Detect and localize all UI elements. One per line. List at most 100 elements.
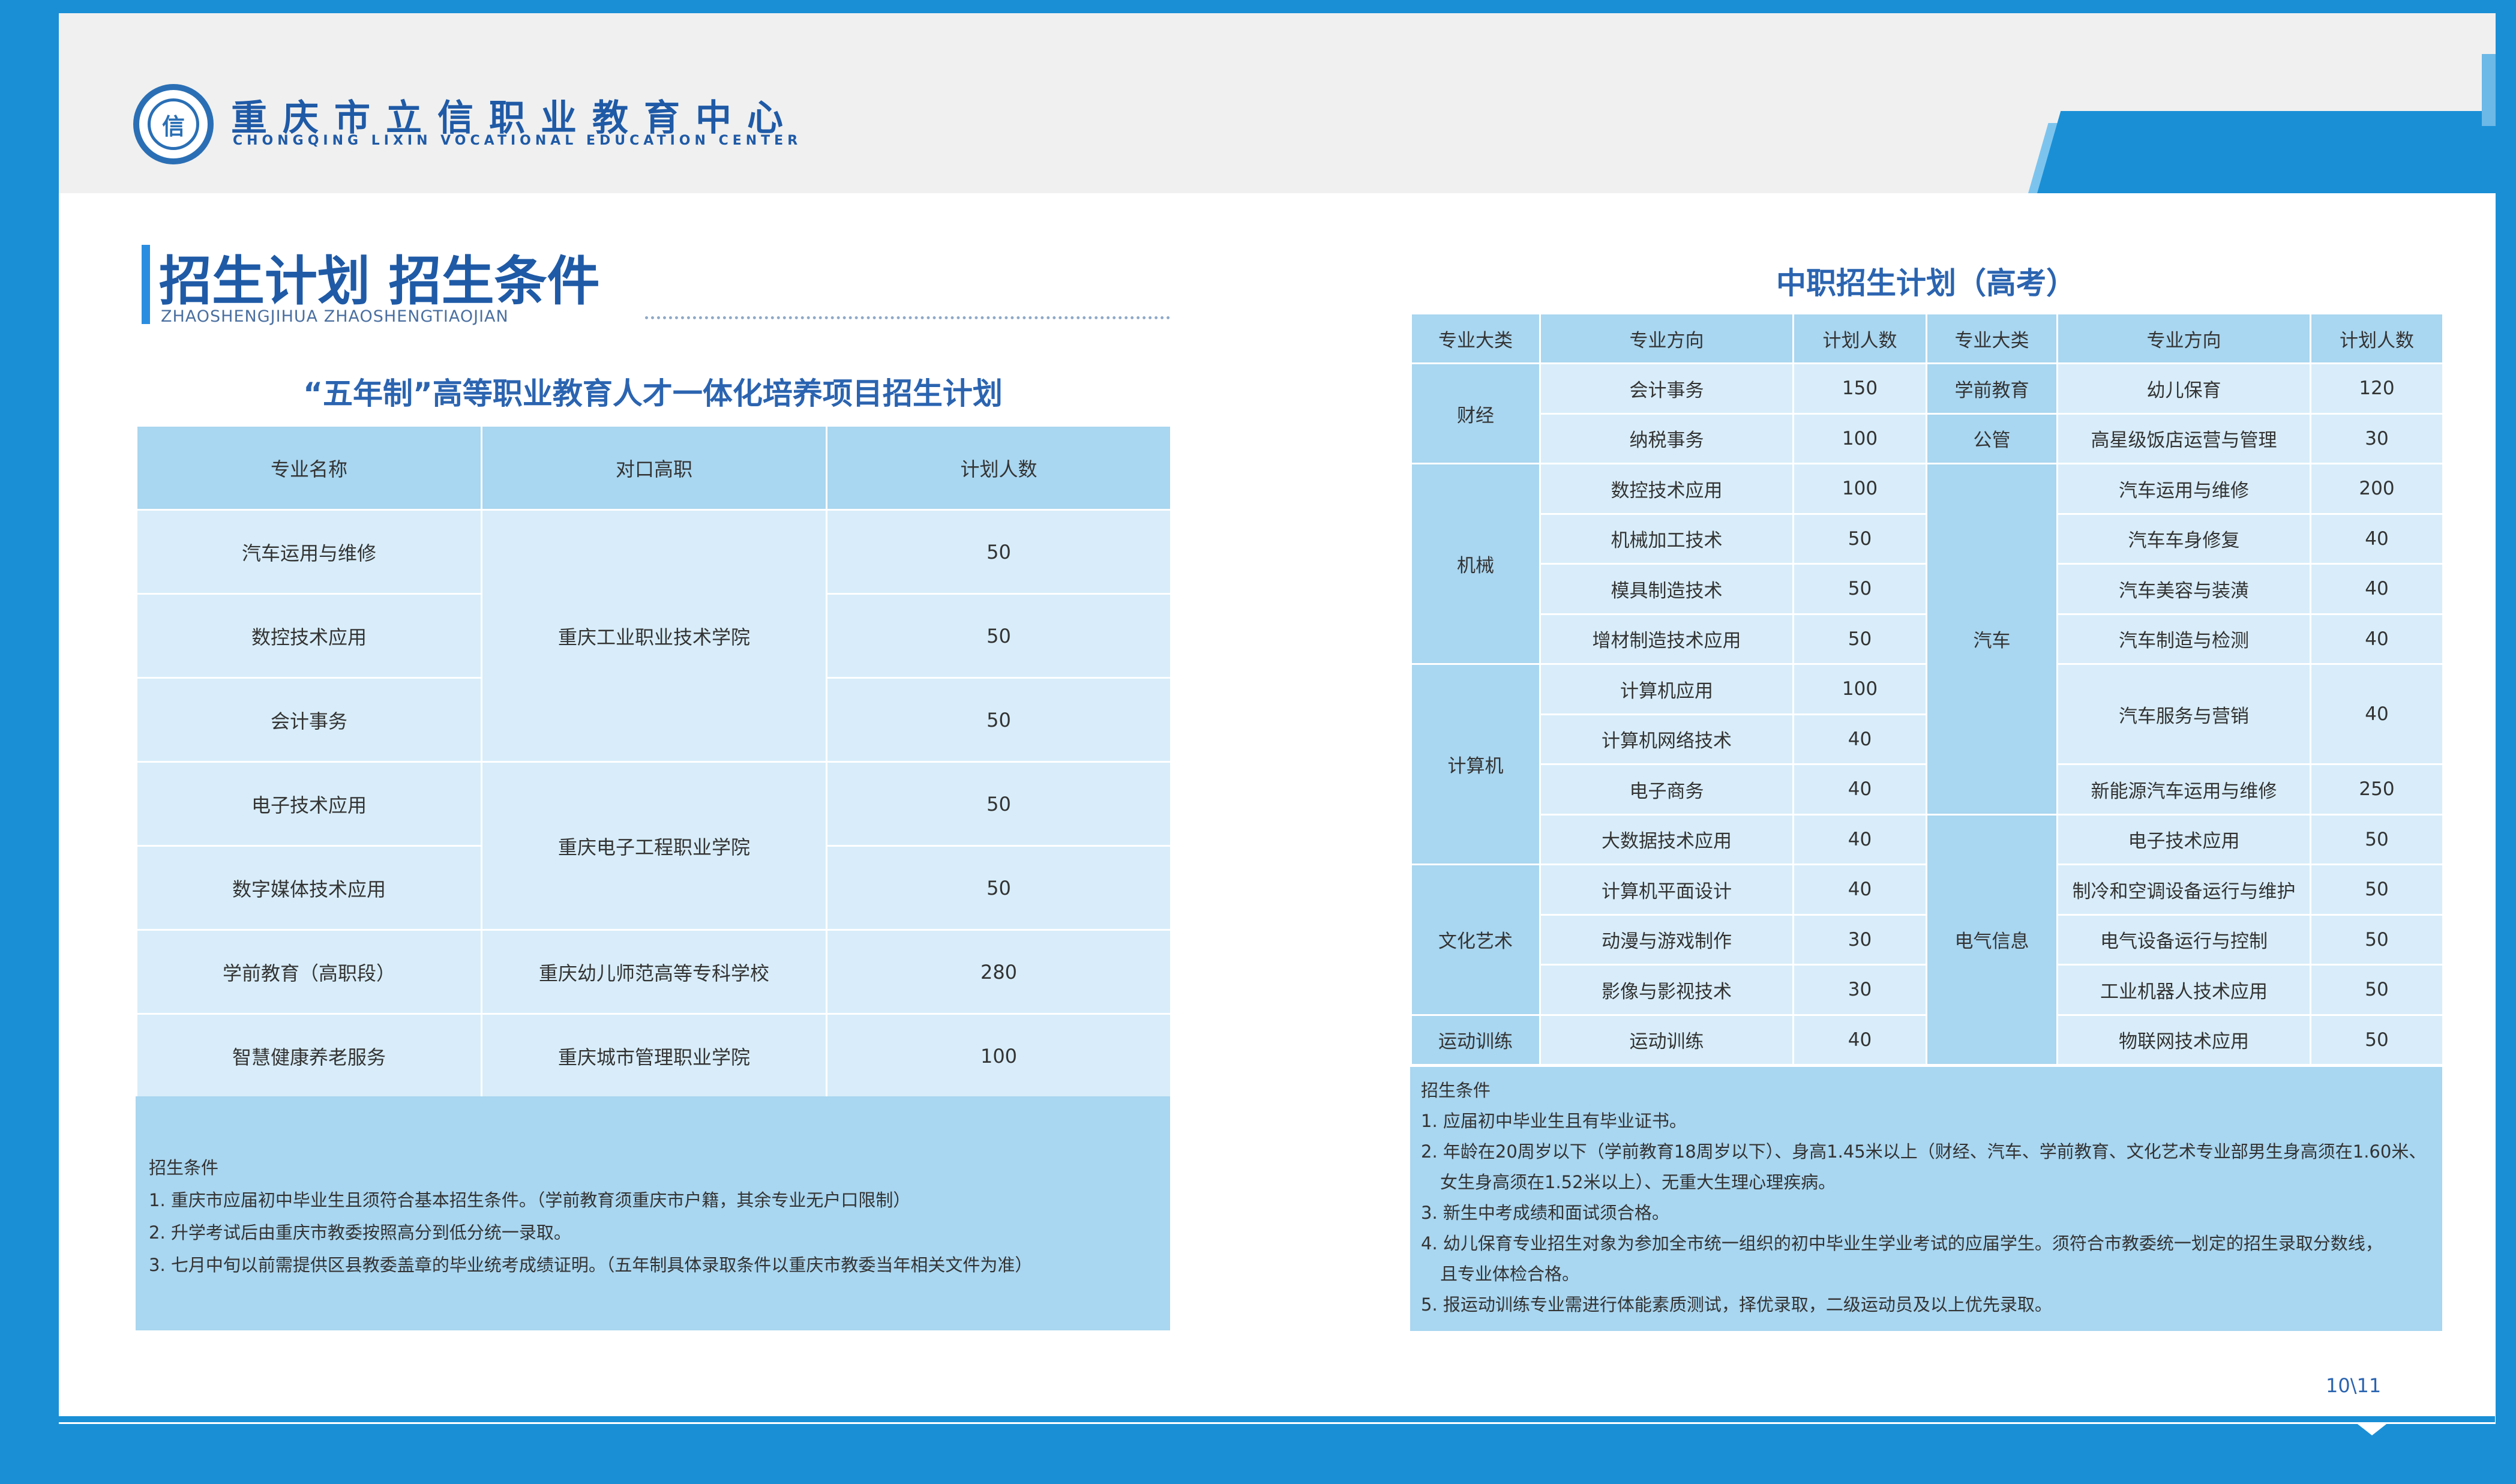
count-cell: 40 (2310, 563, 2444, 615)
column-header: 计划人数 (1792, 313, 1927, 364)
direction-cell: 制冷和空调设备运行与维护 (2056, 864, 2311, 916)
category-cell: 机械 (1410, 463, 1541, 665)
count-cell: 50 (826, 593, 1172, 679)
category-cell: 公管 (1926, 412, 2058, 464)
condition-item: 2. 年龄在20周岁以下（学前教育18周岁以下）、身高1.45米以上（财经、汽车… (1421, 1141, 2427, 1162)
left-border (0, 0, 59, 1484)
condition-item: 4. 幼儿保育专业招生对象为参加全市统一组织的初中毕业生学业考试的应届学生。须符… (1421, 1233, 2383, 1254)
direction-cell: 电气设备运行与控制 (2056, 913, 2311, 966)
college-cell: 重庆城市管理职业学院 (481, 1013, 827, 1099)
category-cell: 运动训练 (1410, 1014, 1541, 1066)
count-cell: 50 (1792, 512, 1927, 565)
category-cell: 学前教育 (1926, 362, 2058, 415)
direction-cell: 汽车车身修复 (2056, 512, 2311, 565)
direction-cell: 纳税事务 (1539, 412, 1794, 464)
five-year-conditions-box: 招生条件 1. 重庆市应届初中毕业生且须符合基本招生条件。（学前教育须重庆市户籍… (136, 1096, 1170, 1330)
count-cell: 40 (1792, 713, 1927, 765)
category-cell: 文化艺术 (1410, 864, 1541, 1016)
count-cell: 40 (2310, 512, 2444, 565)
direction-cell: 汽车运用与维修 (2056, 463, 2311, 515)
table-row: 智慧健康养老服务 重庆城市管理职业学院 100 (136, 1013, 1172, 1099)
count-cell: 280 (826, 929, 1172, 1015)
major-cell: 电子技术应用 (136, 761, 482, 847)
direction-cell: 电子技术应用 (2056, 813, 2311, 865)
direction-cell: 大数据技术应用 (1539, 813, 1794, 865)
conditions-title: 招生条件 (1421, 1080, 1491, 1101)
count-cell: 50 (2310, 964, 2444, 1016)
table-row: 汽车运用与维修 重庆工业职业技术学院 50 (136, 509, 1172, 763)
count-cell: 50 (2310, 813, 2444, 865)
condition-item: 2. 升学考试后由重庆市教委按照高分到低分统一录取。 (149, 1222, 571, 1243)
college-cell: 重庆幼儿师范高等专科学校 (481, 929, 827, 1015)
category-cell: 计算机 (1410, 663, 1541, 865)
table-row: 学前教育（高职段） 重庆幼儿师范高等专科学校 280 (136, 929, 1172, 1015)
column-header: 计划人数 (826, 425, 1172, 511)
direction-cell: 电子商务 (1539, 763, 1794, 816)
five-year-plan-heading: “五年制”高等职业教育人才一体化培养项目招生计划 (303, 376, 1003, 411)
bottom-border (0, 1424, 2516, 1484)
direction-cell: 机械加工技术 (1539, 512, 1794, 565)
column-header: 对口高职 (481, 425, 827, 511)
count-cell: 100 (1792, 463, 1927, 515)
count-cell: 40 (1792, 1014, 1927, 1066)
vocational-conditions-box: 招生条件 1. 应届初中毕业生且有毕业证书。 2. 年龄在20周岁以下（学前教育… (1410, 1067, 2442, 1331)
vocational-plan-table: 专业大类 专业方向 计划人数 专业大类 专业方向 计划人数 财经 会计事务 15… (1410, 313, 2444, 1066)
count-cell: 50 (826, 677, 1172, 763)
direction-cell: 增材制造技术应用 (1539, 613, 1794, 665)
column-header: 专业大类 (1926, 313, 2058, 364)
section-subtitle: ZHAOSHENGJIHUA ZHAOSHENGTIAOJIAN (161, 307, 509, 326)
direction-cell: 高星级饭店运营与管理 (2056, 412, 2311, 464)
count-cell: 50 (1792, 563, 1927, 615)
count-cell: 50 (2310, 913, 2444, 966)
major-cell: 汽车运用与维修 (136, 509, 482, 595)
count-cell: 30 (2310, 412, 2444, 464)
direction-cell: 计算机应用 (1539, 663, 1794, 715)
count-cell: 120 (2310, 362, 2444, 415)
condition-item: 1. 应届初中毕业生且有毕业证书。 (1421, 1111, 1687, 1131)
count-cell: 100 (1792, 412, 1927, 464)
direction-cell: 模具制造技术 (1539, 563, 1794, 615)
count-cell: 30 (1792, 913, 1927, 966)
direction-cell: 会计事务 (1539, 362, 1794, 415)
bottom-notch (2355, 1422, 2389, 1435)
major-cell: 数字媒体技术应用 (136, 845, 482, 931)
college-cell: 重庆工业职业技术学院 (481, 509, 827, 763)
count-cell: 40 (1792, 763, 1927, 816)
table-header-row: 专业名称 对口高职 计划人数 (136, 425, 1172, 511)
column-header: 专业名称 (136, 425, 482, 511)
count-cell: 50 (2310, 1014, 2444, 1066)
direction-cell: 汽车制造与检测 (2056, 613, 2311, 665)
count-cell: 50 (2310, 864, 2444, 916)
section-title: 招生计划 招生条件 (159, 250, 600, 312)
count-cell: 40 (2310, 663, 2444, 765)
table-row: 机械 数控技术应用 100 汽车 汽车运用与维修 200 (1410, 463, 2444, 816)
org-name-en: CHONGQING LIXIN VOCATIONAL EDUCATION CEN… (233, 133, 802, 148)
table-header-row: 专业大类 专业方向 计划人数 专业大类 专业方向 计划人数 (1410, 313, 2444, 364)
top-border (0, 0, 2516, 13)
count-cell: 150 (1792, 362, 1927, 415)
school-logo: 信 (133, 84, 214, 164)
major-cell: 会计事务 (136, 677, 482, 763)
condition-item-continued: 女生身高须在1.52米以上）、无重大生理心理疾病。 (1440, 1172, 1836, 1192)
right-border (2496, 0, 2516, 1484)
condition-item: 3. 新生中考成绩和面试须合格。 (1421, 1203, 1669, 1223)
direction-cell: 数控技术应用 (1539, 463, 1794, 515)
header-accent-shape (2037, 111, 2516, 193)
major-cell: 智慧健康养老服务 (136, 1013, 482, 1099)
condition-item-continued: 且专业体检合格。 (1440, 1264, 1580, 1284)
table-row: 电子技术应用 重庆电子工程职业学院 50 (136, 761, 1172, 931)
page-number: 10\11 (2326, 1374, 2382, 1397)
table-row: 纳税事务 100 公管 高星级饭店运营与管理 30 (1411, 412, 2444, 464)
condition-item: 1. 重庆市应届初中毕业生且须符合基本招生条件。（学前教育须重庆市户籍，其余专业… (149, 1190, 911, 1210)
column-header: 专业大类 (1410, 313, 1541, 364)
category-cell: 电气信息 (1926, 813, 2058, 1066)
table-row: 大数据技术应用 40 电气信息 电子技术应用 50 (1411, 813, 2444, 1066)
category-cell: 财经 (1410, 362, 1541, 464)
direction-cell: 运动训练 (1539, 1014, 1794, 1066)
logo-emblem: 信 (148, 98, 199, 150)
direction-cell: 影像与影视技术 (1539, 964, 1794, 1016)
direction-cell: 汽车服务与营销 (2056, 663, 2311, 765)
direction-cell: 幼儿保育 (2056, 362, 2311, 415)
title-accent-bar (142, 245, 150, 324)
count-cell: 100 (1792, 663, 1927, 715)
